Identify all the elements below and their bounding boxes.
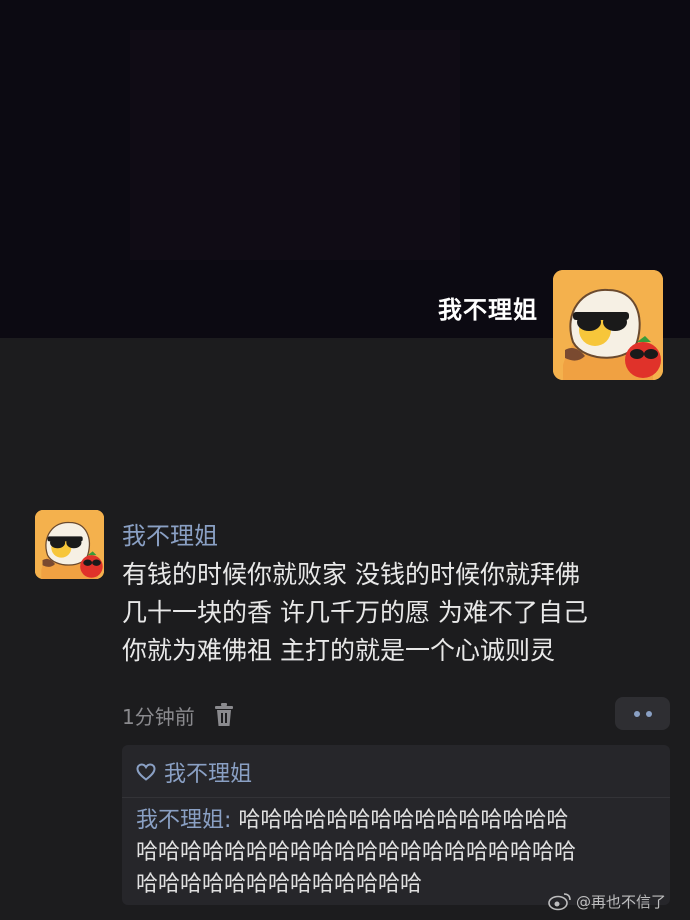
reply-line: 哈哈哈哈哈哈哈哈哈哈哈哈哈哈哈哈哈哈哈哈 — [136, 840, 577, 865]
reply-author-name[interactable]: 我不理姐 — [136, 808, 224, 833]
trash-icon[interactable] — [213, 703, 235, 727]
more-options-button[interactable] — [615, 697, 670, 730]
background-image — [130, 30, 460, 260]
comment-text-line: 有钱的时候你就败家 没钱的时候你就拜佛 — [122, 560, 580, 589]
comment-text-line: 你就为难佛祖 主打的就是一个心诚则灵 — [122, 636, 555, 665]
comment-author-avatar[interactable] — [35, 510, 104, 579]
comment-timestamp: 1分钟前 — [122, 704, 195, 729]
reply-text[interactable]: 我不理姐: 哈哈哈哈哈哈哈哈哈哈哈哈哈哈哈 哈哈哈哈哈哈哈哈哈哈哈哈哈哈哈哈哈哈… — [136, 805, 666, 901]
profile-name[interactable]: 我不理姐 — [438, 290, 538, 325]
likes-row: 我不理姐 — [136, 757, 252, 787]
comment-author-name[interactable]: 我不理姐 — [122, 516, 218, 551]
watermark: @再也不信了 — [548, 889, 666, 913]
weibo-icon — [548, 893, 571, 911]
comment-meta: 1分钟前 — [122, 700, 235, 730]
reply-section: 我不理姐 我不理姐: 哈哈哈哈哈哈哈哈哈哈哈哈哈哈哈 哈哈哈哈哈哈哈哈哈哈哈哈哈… — [122, 745, 670, 905]
reply-line: 我不理姐: 哈哈哈哈哈哈哈哈哈哈哈哈哈哈哈 — [136, 805, 666, 837]
more-dots-icon — [633, 710, 640, 717]
divider — [122, 797, 670, 798]
heart-icon[interactable] — [136, 763, 156, 781]
profile-avatar[interactable] — [553, 270, 663, 380]
reply-separator: : — [224, 808, 239, 833]
watermark-text: @再也不信了 — [576, 892, 667, 911]
liked-by-user[interactable]: 我不理姐 — [164, 756, 252, 788]
comment-text-line: 几十一块的香 许几千万的愿 为难不了自己 — [122, 598, 588, 627]
reply-line-text: 哈哈哈哈哈哈哈哈哈哈哈哈哈哈哈 — [238, 808, 569, 833]
more-dots-icon — [645, 710, 652, 717]
comment-text: 有钱的时候你就败家 没钱的时候你就拜佛 几十一块的香 许几千万的愿 为难不了自己… — [122, 556, 672, 670]
